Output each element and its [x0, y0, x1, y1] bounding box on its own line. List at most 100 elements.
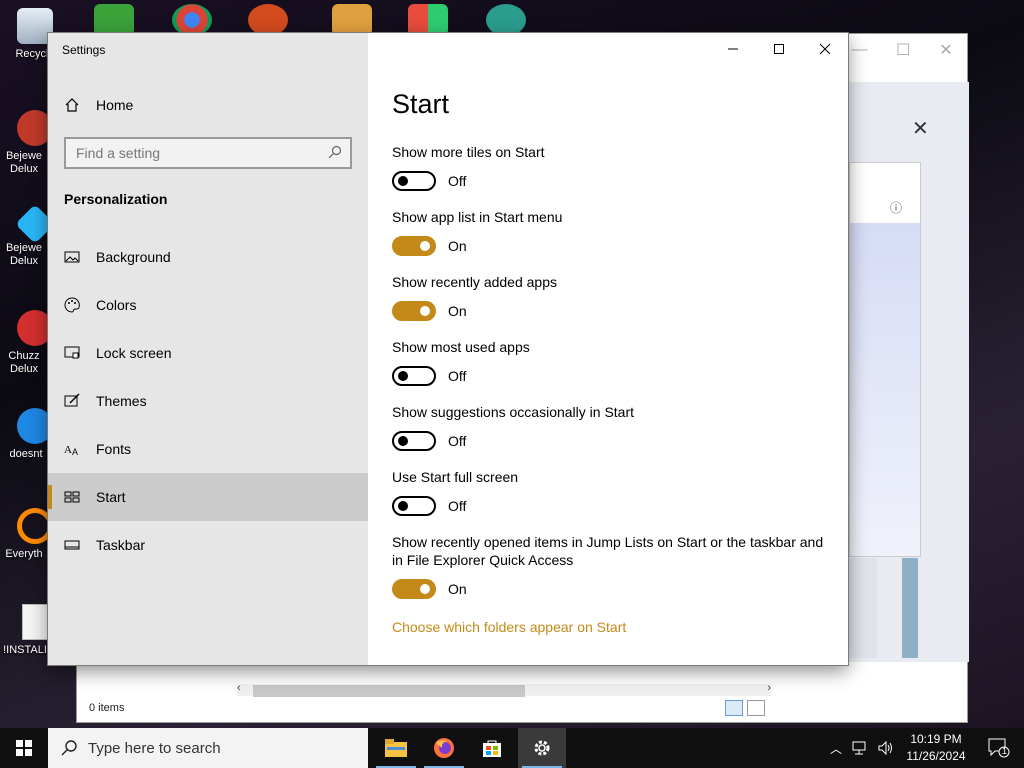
details-view-icon[interactable] — [725, 700, 743, 716]
nav-item-lock-screen[interactable]: Lock screen — [48, 329, 368, 377]
text-file-icon — [22, 604, 48, 640]
setting-full-screen: Use Start full screen Off — [392, 468, 832, 533]
taskbar-search-placeholder: Type here to search — [88, 739, 221, 757]
minimize-icon — [728, 48, 738, 50]
info-icon[interactable]: ⓘ — [890, 199, 902, 216]
toggle-state-text: On — [448, 238, 467, 254]
desktop-app-icon-game[interactable] — [332, 4, 372, 36]
most-used-toggle[interactable] — [392, 366, 436, 386]
taskbar-store[interactable] — [468, 728, 516, 768]
desktop-app-icon-character[interactable] — [486, 4, 526, 36]
window-title: Settings — [62, 43, 106, 57]
choose-folders-link[interactable]: Choose which folders appear on Start — [392, 619, 626, 635]
recently-added-toggle[interactable] — [392, 301, 436, 321]
nav-item-label: Taskbar — [96, 537, 146, 553]
volume-icon[interactable] — [878, 741, 894, 755]
more-tiles-toggle[interactable] — [392, 171, 436, 191]
nav-item-start[interactable]: Start — [48, 473, 368, 521]
app-list-toggle[interactable] — [392, 236, 436, 256]
home-icon — [65, 98, 79, 112]
nav-item-themes[interactable]: Themes — [48, 377, 368, 425]
taskbar-file-explorer[interactable] — [372, 728, 420, 768]
file-explorer-icon — [385, 739, 407, 757]
setting-more-tiles: Show more tiles on Start Off — [392, 143, 832, 208]
desktop-icon-label: Everyth — [5, 548, 43, 560]
large-icons-view-icon[interactable] — [747, 700, 765, 716]
taskbar-clock[interactable]: 10:19 PM 11/26/2024 — [904, 731, 968, 765]
home-nav-item[interactable]: Home — [64, 97, 133, 113]
nav-item-background[interactable]: Background — [48, 233, 368, 281]
svg-text:A: A — [72, 447, 78, 457]
nav-item-label: Lock screen — [96, 345, 172, 361]
maximize-button[interactable] — [756, 33, 802, 65]
close-icon[interactable]: ✕ — [912, 116, 929, 141]
find-setting-search-input[interactable]: Find a setting — [64, 137, 352, 169]
minimize-button[interactable] — [710, 33, 756, 65]
setting-label: Show more tiles on Start — [392, 144, 545, 160]
inner-dialog: ⓘ — [849, 162, 921, 557]
maximize-icon[interactable]: ☐ — [896, 40, 910, 60]
toggle-state-text: Off — [448, 368, 467, 384]
close-button[interactable] — [802, 33, 848, 65]
toggle-state-text: Off — [448, 433, 467, 449]
desktop-app-icon-opera[interactable] — [248, 4, 288, 36]
suggestions-toggle[interactable] — [392, 431, 436, 451]
firefox-icon — [434, 738, 454, 758]
taskbar-settings[interactable] — [518, 728, 566, 768]
setting-label: Show recently opened items in Jump Lists… — [392, 534, 824, 568]
nav-item-label: Fonts — [96, 441, 132, 457]
maximize-icon — [774, 44, 784, 54]
explorer-titlebar-buttons: — ☐ ✕ — [837, 34, 967, 66]
scroll-right-icon[interactable]: › — [767, 682, 771, 694]
close-icon[interactable]: ✕ — [939, 40, 952, 60]
notification-count: 1 — [1001, 746, 1007, 756]
chevron-up-icon[interactable]: ︿ — [830, 740, 842, 757]
desktop-app-icon-ms[interactable] — [408, 4, 448, 36]
image-icon — [64, 251, 80, 263]
start-button[interactable] — [0, 728, 48, 768]
network-icon[interactable] — [852, 741, 868, 755]
nav-item-label: Background — [96, 249, 171, 265]
nav-item-taskbar[interactable]: Taskbar — [48, 521, 368, 569]
system-tray: ︿ — [830, 728, 894, 768]
font-icon: AA — [64, 444, 78, 457]
setting-label: Use Start full screen — [392, 469, 519, 485]
windows-logo-icon — [16, 740, 32, 756]
settings-sidebar: Settings Home Find a setting Personaliza… — [48, 33, 368, 665]
setting-jump-lists: Show recently opened items in Jump Lists… — [392, 533, 832, 616]
jump-lists-toggle[interactable] — [392, 579, 436, 599]
desktop-icon-label: !INSTALI — [3, 644, 47, 656]
desktop-icon-label: Bejewe Delux — [5, 150, 43, 175]
toggle-state-text: Off — [448, 173, 467, 189]
setting-label: Show suggestions occasionally in Start — [392, 404, 635, 420]
scrollbar-thumb[interactable] — [253, 685, 525, 697]
scroll-left-icon[interactable]: ‹ — [237, 682, 241, 694]
brush-icon — [64, 393, 80, 407]
close-icon — [819, 43, 831, 55]
toggle-state-text: On — [448, 303, 467, 319]
search-icon[interactable] — [328, 145, 342, 159]
clock-date: 11/26/2024 — [906, 749, 966, 763]
page-title: Start — [392, 89, 450, 119]
horizontal-scrollbar[interactable]: ‹ › — [237, 682, 771, 697]
status-item-count: 0 items — [89, 702, 125, 714]
view-toggle-group — [725, 700, 765, 716]
taskbar-firefox[interactable] — [420, 728, 468, 768]
setting-recently-added: Show recently added apps On — [392, 273, 832, 338]
lock-screen-icon — [64, 346, 80, 359]
chrome-icon[interactable] — [172, 4, 212, 36]
toggle-state-text: Off — [448, 498, 467, 514]
minimize-icon[interactable]: — — [851, 41, 867, 59]
nav-item-colors[interactable]: Colors — [48, 281, 368, 329]
setting-label: Show recently added apps — [392, 274, 557, 290]
full-screen-toggle[interactable] — [392, 496, 436, 516]
taskbar-search-box[interactable]: Type here to search — [48, 728, 368, 768]
start-tiles-icon — [64, 491, 80, 503]
setting-suggestions: Show suggestions occasionally in Start O… — [392, 403, 832, 468]
desktop-app-icon-people[interactable] — [94, 4, 134, 36]
search-placeholder: Find a setting — [76, 145, 161, 161]
desktop-icon-label: Bejewe Delux — [5, 242, 43, 267]
action-center-button[interactable]: 1 — [988, 738, 1010, 758]
svg-text:A: A — [64, 444, 72, 456]
nav-item-fonts[interactable]: AA Fonts — [48, 425, 368, 473]
